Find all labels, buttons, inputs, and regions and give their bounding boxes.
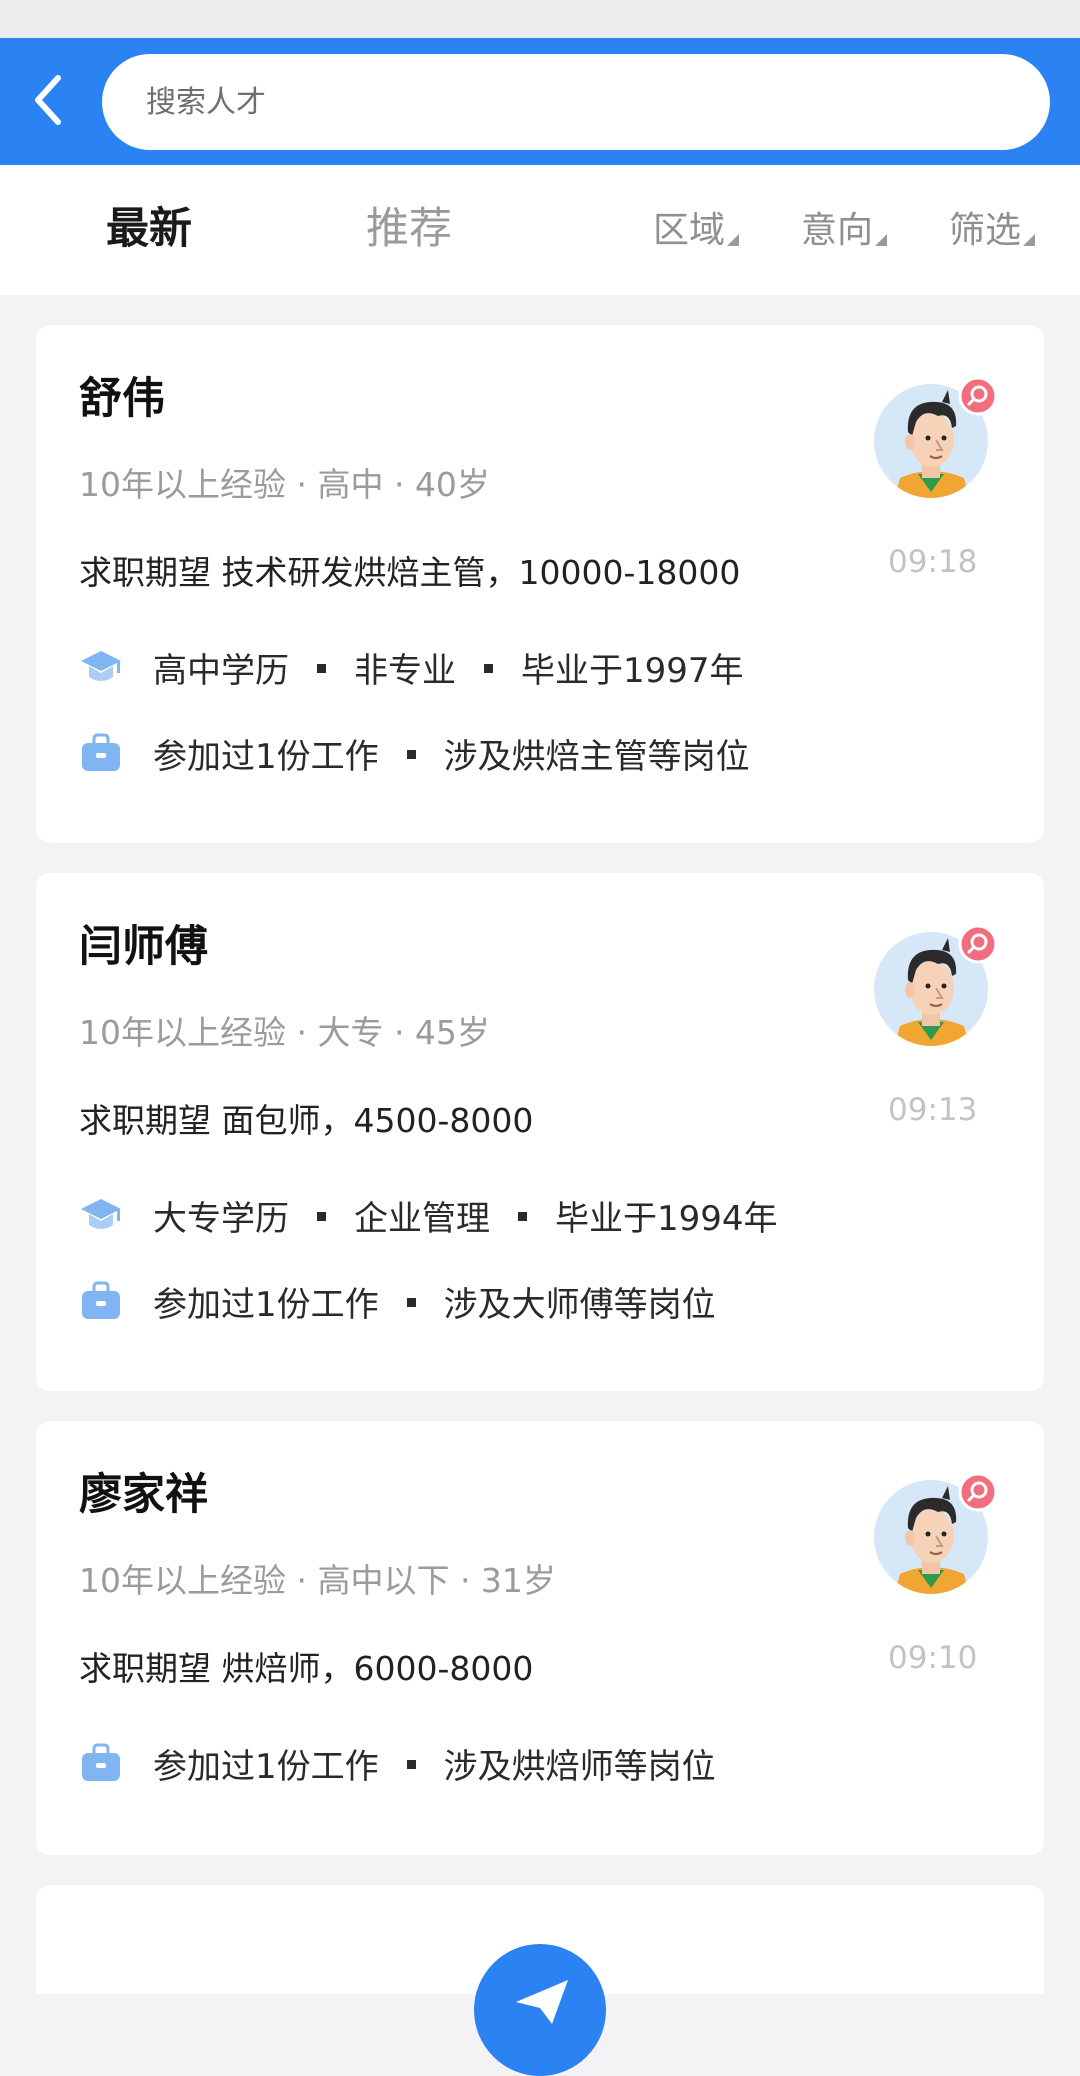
job-expectation: 求职期望 技术研发烘焙主管，10000-18000 bbox=[79, 553, 741, 592]
candidate-meta: 10年以上经验 · 高中以下 · 31岁 bbox=[79, 1561, 556, 1600]
separator-dot bbox=[406, 749, 416, 759]
graduation-cap-icon bbox=[79, 645, 123, 689]
graduation-year: 毕业于1997年 bbox=[521, 650, 744, 691]
work-count: 参加过1份工作 bbox=[153, 1284, 379, 1325]
dropdown-triangle-icon bbox=[1023, 234, 1036, 246]
job-expectation: 求职期望 面包师，4500-8000 bbox=[79, 1101, 534, 1140]
briefcase-icon bbox=[79, 731, 123, 775]
work-positions: 涉及烘焙主管等岗位 bbox=[443, 736, 750, 777]
graduation-year: 毕业于1994年 bbox=[555, 1198, 778, 1239]
separator-dot bbox=[317, 663, 326, 673]
work-count: 参加过1份工作 bbox=[153, 736, 379, 777]
filter-screen[interactable]: 筛选 bbox=[949, 209, 1036, 253]
education-level: 大专学历 bbox=[153, 1198, 289, 1239]
separator-dot bbox=[518, 1211, 527, 1221]
status-bar bbox=[0, 0, 1080, 38]
education-level: 高中学历 bbox=[153, 650, 289, 691]
filter-intention-label: 意向 bbox=[801, 210, 874, 251]
work-positions: 涉及大师傅等岗位 bbox=[443, 1284, 716, 1325]
work-row: 参加过1份工作 涉及烘焙师等岗位 bbox=[79, 1741, 716, 1787]
filter-screen-label: 筛选 bbox=[949, 210, 1022, 251]
candidate-meta: 10年以上经验 · 高中 · 40岁 bbox=[79, 465, 490, 504]
tab-bar: 最新 推荐 区域 意向 筛选 bbox=[0, 165, 1080, 295]
education-major: 企业管理 bbox=[354, 1198, 490, 1239]
filter-area-label: 区域 bbox=[653, 210, 726, 251]
separator-dot bbox=[484, 663, 493, 673]
chat-bubble-icon bbox=[958, 376, 998, 416]
back-button[interactable] bbox=[22, 68, 72, 132]
candidate-card[interactable]: 廖家祥 10年以上经验 · 高中以下 · 31岁 求职期望 烘焙师，6000-8… bbox=[36, 1421, 1044, 1855]
dropdown-triangle-icon bbox=[875, 234, 888, 246]
chat-bubble-icon bbox=[958, 1472, 998, 1512]
search-box[interactable] bbox=[102, 54, 1050, 150]
candidate-name: 廖家祥 bbox=[79, 1470, 208, 1520]
candidate-name: 舒伟 bbox=[79, 374, 165, 424]
graduation-cap-icon bbox=[79, 1193, 123, 1237]
filter-area[interactable]: 区域 bbox=[653, 209, 740, 253]
filter-intention[interactable]: 意向 bbox=[801, 209, 888, 253]
chat-bubble-icon bbox=[958, 924, 998, 964]
separator-dot bbox=[406, 1297, 416, 1307]
candidate-card[interactable]: 闫师傅 10年以上经验 · 大专 · 45岁 求职期望 面包师，4500-800… bbox=[36, 873, 1044, 1391]
separator-dot bbox=[406, 1759, 416, 1769]
update-time: 09:10 bbox=[888, 1640, 978, 1676]
update-time: 09:18 bbox=[888, 544, 978, 580]
tab-latest[interactable]: 最新 bbox=[106, 203, 192, 255]
tab-recommend[interactable]: 推荐 bbox=[366, 203, 452, 255]
work-row: 参加过1份工作 涉及大师傅等岗位 bbox=[79, 1279, 716, 1325]
education-major: 非专业 bbox=[354, 650, 456, 691]
education-row: 大专学历 企业管理 毕业于1994年 bbox=[79, 1193, 778, 1239]
dropdown-triangle-icon bbox=[727, 234, 740, 246]
floating-action-button[interactable] bbox=[474, 1944, 606, 2076]
avatar[interactable] bbox=[872, 930, 990, 1048]
avatar[interactable] bbox=[872, 1478, 990, 1596]
work-row: 参加过1份工作 涉及烘焙主管等岗位 bbox=[79, 731, 750, 777]
briefcase-icon bbox=[79, 1279, 123, 1323]
job-expectation: 求职期望 烘焙师，6000-8000 bbox=[79, 1649, 534, 1688]
chevron-left-icon bbox=[35, 75, 61, 125]
briefcase-icon bbox=[79, 1741, 123, 1785]
avatar[interactable] bbox=[872, 382, 990, 500]
work-count: 参加过1份工作 bbox=[153, 1746, 379, 1787]
send-icon bbox=[516, 1980, 568, 2024]
candidate-card[interactable]: 舒伟 10年以上经验 · 高中 · 40岁 求职期望 技术研发烘焙主管，1000… bbox=[36, 325, 1044, 843]
education-row: 高中学历 非专业 毕业于1997年 bbox=[79, 645, 744, 691]
update-time: 09:13 bbox=[888, 1092, 978, 1128]
candidate-name: 闫师傅 bbox=[79, 922, 208, 972]
search-input[interactable] bbox=[146, 84, 1050, 120]
separator-dot bbox=[317, 1211, 326, 1221]
header-bar bbox=[0, 38, 1080, 165]
work-positions: 涉及烘焙师等岗位 bbox=[443, 1746, 716, 1787]
candidate-meta: 10年以上经验 · 大专 · 45岁 bbox=[79, 1013, 490, 1052]
